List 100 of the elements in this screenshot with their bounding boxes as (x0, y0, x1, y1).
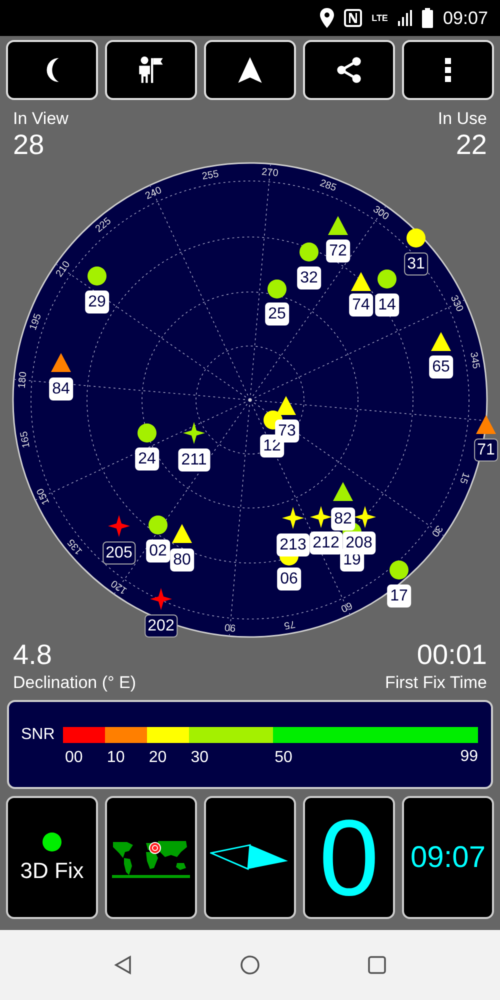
satellite-id: 71 (474, 438, 498, 462)
declination-label: Declination (° E) (13, 672, 136, 694)
circle-marker-icon (298, 241, 320, 263)
person-with-flag-icon (137, 56, 165, 84)
azimuth-label: 195 (28, 312, 44, 332)
in-use-label: In Use (438, 108, 487, 130)
azimuth-label: 120 (109, 577, 130, 596)
triangle-marker-icon (350, 271, 372, 293)
in-view-label: In View (13, 108, 68, 130)
triangle-marker-icon (171, 523, 193, 545)
circle-marker-icon (147, 514, 169, 536)
circle-marker-icon (376, 268, 398, 290)
network-type: LTE (372, 13, 388, 23)
azimuth-label: 255 (201, 168, 220, 182)
location-pin-icon (320, 8, 334, 28)
target-icon (149, 842, 161, 854)
azimuth-label: 270 (261, 166, 279, 180)
satellite-id: 17 (387, 584, 411, 608)
battery-icon (422, 8, 433, 28)
declination-value: 4.8 (13, 639, 53, 671)
share-icon (335, 56, 363, 84)
satellite-id: 02 (146, 540, 170, 562)
fix-tile[interactable]: 3D Fix (6, 796, 98, 919)
clock: 09:07 (442, 8, 488, 28)
satellite-id: 74 (349, 294, 373, 316)
night-mode-button[interactable] (6, 40, 98, 100)
snr-scale-value: 50 (274, 749, 292, 767)
navigation-button[interactable] (204, 40, 296, 100)
circle-marker-icon (388, 559, 410, 581)
star-marker-icon (354, 506, 376, 528)
azimuth-label: 90 (224, 621, 236, 633)
triangle-marker-icon (275, 395, 297, 417)
azimuth-label: 135 (66, 536, 85, 556)
triangle-marker-icon (50, 352, 72, 374)
azimuth-label: 240 (144, 185, 164, 202)
satellite-id: 14 (375, 294, 399, 316)
snr-scale-value: 10 (106, 749, 125, 767)
snr-scale-value: 30 (190, 749, 209, 767)
satellite-id: 65 (429, 356, 453, 378)
back-icon[interactable] (113, 955, 134, 975)
snr-scale-value: 20 (148, 749, 167, 767)
satellite-id: 72 (326, 240, 350, 262)
satellite-id: 202 (144, 614, 178, 638)
satellite-id: 82 (331, 508, 355, 530)
triangle-marker-icon (430, 331, 452, 353)
satellite-id: 25 (265, 302, 289, 326)
satellite-id: 24 (135, 448, 159, 470)
circle-marker-icon (266, 278, 288, 300)
azimuth-label: 60 (338, 599, 354, 614)
star-marker-icon (310, 506, 332, 528)
circle-marker-icon (86, 265, 108, 287)
satellite-id: 211 (178, 448, 210, 472)
azimuth-label: 300 (370, 204, 391, 223)
satellite-id: 208 (342, 532, 376, 554)
satellite-id: 213 (276, 534, 310, 556)
azimuth-label: 285 (318, 178, 338, 194)
more-menu-icon (445, 58, 451, 82)
satellite-id: 31 (404, 252, 428, 276)
compass-tile[interactable] (204, 796, 296, 919)
snr-label: SNR (21, 726, 56, 744)
satellite-id: 205 (102, 542, 136, 564)
clock-tile[interactable]: 09:07 (402, 796, 494, 919)
star-marker-icon (150, 588, 172, 610)
azimuth-label: 75 (283, 618, 296, 631)
snr-scale-value: 99 (460, 748, 478, 766)
azimuth-label: 210 (54, 259, 73, 280)
navigation-arrow-icon (236, 56, 264, 84)
first-fix-time: 00:01 (416, 639, 487, 671)
azimuth-label: 150 (35, 486, 52, 506)
share-button[interactable] (303, 40, 395, 100)
speed-tile[interactable]: 0 (303, 796, 395, 919)
satellite-id: 84 (49, 378, 73, 400)
star-marker-icon (282, 507, 304, 529)
azimuth-label: 30 (429, 523, 444, 538)
azimuth-label: 180 (16, 371, 30, 389)
first-fix-time-label: First Fix Time (385, 672, 487, 694)
fix-status: 3D Fix (20, 858, 84, 884)
azimuth-label: 15 (457, 470, 472, 486)
landmark-button[interactable] (105, 40, 197, 100)
satellite-id: 80 (170, 548, 194, 572)
circle-marker-icon (405, 227, 427, 249)
circle-marker-icon (136, 422, 158, 444)
satellite-id: 06 (277, 568, 301, 590)
menu-button[interactable] (402, 40, 494, 100)
map-tile[interactable] (105, 796, 197, 919)
signal-icon (398, 10, 412, 26)
compass-needle-icon (210, 842, 290, 872)
recents-icon[interactable] (366, 955, 387, 975)
satellite-id: 29 (85, 290, 109, 314)
nfc-icon (344, 9, 362, 27)
satellite-id: 73 (275, 420, 299, 442)
star-marker-icon (108, 515, 130, 537)
in-use-count: 22 (456, 130, 487, 160)
home-icon[interactable] (240, 955, 260, 975)
star-marker-icon (183, 422, 205, 444)
gps-clock: 09:07 (410, 840, 486, 874)
speed-value: 0 (318, 802, 380, 912)
azimuth-label: 225 (94, 216, 114, 235)
triangle-marker-icon (475, 414, 497, 436)
in-view-count: 28 (13, 130, 46, 160)
